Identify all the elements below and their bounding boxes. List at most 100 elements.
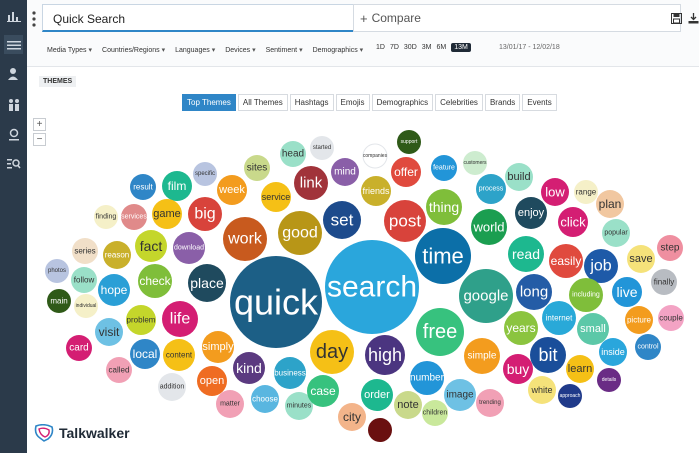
- theme-bubble[interactable]: kind: [233, 352, 265, 384]
- theme-bubble[interactable]: bit: [530, 337, 566, 373]
- theme-bubble[interactable]: buy: [503, 354, 533, 384]
- theme-bubble[interactable]: result: [130, 174, 156, 200]
- theme-bubble[interactable]: long: [516, 274, 552, 310]
- theme-bubble[interactable]: card: [66, 335, 92, 361]
- theme-bubble[interactable]: open: [197, 366, 227, 396]
- theme-bubble[interactable]: matter: [216, 390, 244, 418]
- theme-bubble[interactable]: series: [72, 238, 98, 264]
- theme-bubble-label: read: [512, 246, 540, 262]
- theme-bubble[interactable]: job: [584, 249, 618, 283]
- theme-bubble[interactable]: friends: [361, 176, 391, 206]
- theme-bubble[interactable]: process: [476, 174, 506, 204]
- theme-bubble[interactable]: offer: [391, 157, 421, 187]
- theme-bubble[interactable]: click: [558, 207, 588, 237]
- theme-bubble[interactable]: order: [361, 379, 393, 411]
- theme-bubble[interactable]: inside: [599, 338, 627, 366]
- theme-bubble[interactable]: children: [422, 400, 448, 426]
- theme-bubble[interactable]: popular: [602, 219, 630, 247]
- theme-bubble[interactable]: case: [307, 375, 339, 407]
- theme-bubble[interactable]: low: [541, 178, 569, 206]
- theme-bubble[interactable]: sites: [244, 155, 270, 181]
- theme-bubble[interactable]: customers: [463, 151, 487, 175]
- theme-bubble[interactable]: choose: [251, 385, 279, 413]
- theme-bubble[interactable]: life: [162, 301, 198, 337]
- theme-bubble[interactable]: [368, 418, 392, 442]
- theme-bubble[interactable]: thing: [426, 189, 462, 225]
- theme-bubble[interactable]: content: [163, 339, 195, 371]
- theme-bubble[interactable]: control: [635, 334, 661, 360]
- theme-bubble[interactable]: save: [627, 245, 655, 273]
- theme-bubble[interactable]: simple: [464, 338, 500, 374]
- theme-bubble[interactable]: download: [173, 232, 205, 264]
- theme-bubble[interactable]: step: [657, 235, 683, 261]
- theme-bubble[interactable]: work: [223, 217, 267, 261]
- theme-bubble[interactable]: problem: [126, 305, 156, 335]
- theme-bubble[interactable]: details: [597, 368, 621, 392]
- theme-bubble[interactable]: city: [338, 403, 366, 431]
- theme-bubble[interactable]: learn: [566, 355, 594, 383]
- theme-bubble[interactable]: day: [310, 330, 354, 374]
- theme-bubble[interactable]: trending: [476, 389, 504, 417]
- theme-bubble[interactable]: years: [504, 311, 538, 345]
- theme-bubble[interactable]: simply: [202, 331, 234, 363]
- theme-bubble[interactable]: business: [274, 357, 306, 389]
- theme-bubble[interactable]: read: [508, 236, 544, 272]
- theme-bubble[interactable]: companies: [362, 143, 388, 169]
- theme-bubble[interactable]: image: [444, 379, 476, 411]
- theme-bubble[interactable]: post: [384, 200, 426, 242]
- theme-bubble[interactable]: support: [397, 130, 421, 154]
- theme-bubble[interactable]: good: [278, 211, 322, 255]
- theme-bubble[interactable]: enjoy: [515, 197, 547, 229]
- theme-bubble[interactable]: mind: [331, 158, 359, 186]
- theme-bubble[interactable]: feature: [431, 155, 457, 181]
- theme-bubble[interactable]: specific: [193, 162, 217, 186]
- theme-bubble[interactable]: visit: [95, 318, 123, 346]
- theme-bubble[interactable]: build: [505, 163, 533, 191]
- theme-bubble[interactable]: individual: [74, 294, 98, 318]
- theme-bubble[interactable]: service: [261, 182, 291, 212]
- theme-bubble[interactable]: link: [294, 166, 328, 200]
- theme-bubble[interactable]: couple: [658, 305, 684, 331]
- theme-bubble[interactable]: note: [394, 391, 422, 419]
- theme-bubble[interactable]: week: [217, 175, 247, 205]
- theme-bubble[interactable]: picture: [625, 306, 653, 334]
- theme-bubble[interactable]: range: [574, 180, 598, 204]
- theme-bubble[interactable]: set: [323, 201, 361, 239]
- theme-bubble[interactable]: search: [325, 240, 419, 334]
- theme-bubble[interactable]: photos: [45, 259, 69, 283]
- theme-bubble[interactable]: internet: [542, 301, 576, 335]
- theme-bubble[interactable]: high: [365, 335, 405, 375]
- theme-bubble[interactable]: big: [188, 197, 222, 231]
- theme-bubble[interactable]: plan: [596, 190, 624, 218]
- theme-bubble[interactable]: started: [310, 136, 334, 160]
- theme-bubble[interactable]: live: [612, 277, 642, 307]
- theme-bubble[interactable]: free: [416, 308, 464, 356]
- theme-bubble[interactable]: easily: [549, 244, 583, 278]
- theme-bubble[interactable]: approach: [558, 384, 582, 408]
- theme-bubble[interactable]: addition: [158, 373, 186, 401]
- theme-bubble[interactable]: google: [459, 269, 513, 323]
- theme-bubble-label: game: [153, 208, 181, 220]
- theme-bubble[interactable]: head: [280, 141, 306, 167]
- theme-bubble[interactable]: place: [188, 264, 226, 302]
- theme-bubble[interactable]: check: [138, 264, 172, 298]
- theme-bubble[interactable]: local: [130, 339, 160, 369]
- theme-bubble[interactable]: finally: [651, 269, 677, 295]
- theme-bubble[interactable]: hope: [98, 274, 130, 306]
- theme-bubble[interactable]: called: [106, 357, 132, 383]
- theme-bubble[interactable]: quick: [230, 256, 322, 348]
- theme-bubble[interactable]: services: [121, 204, 147, 230]
- theme-bubble[interactable]: including: [569, 278, 603, 312]
- theme-bubble[interactable]: white: [528, 376, 556, 404]
- theme-bubble[interactable]: main: [47, 289, 71, 313]
- theme-bubble[interactable]: fact: [135, 230, 167, 262]
- theme-bubble[interactable]: time: [415, 228, 471, 284]
- theme-bubble[interactable]: game: [152, 199, 182, 229]
- theme-bubble[interactable]: finding: [94, 205, 118, 229]
- theme-bubble[interactable]: number: [410, 361, 445, 395]
- theme-bubble[interactable]: reason: [103, 241, 131, 269]
- theme-bubble[interactable]: follow: [71, 267, 97, 293]
- theme-bubble[interactable]: film: [162, 171, 192, 201]
- theme-bubble[interactable]: small: [577, 313, 609, 345]
- theme-bubble[interactable]: world: [471, 209, 507, 245]
